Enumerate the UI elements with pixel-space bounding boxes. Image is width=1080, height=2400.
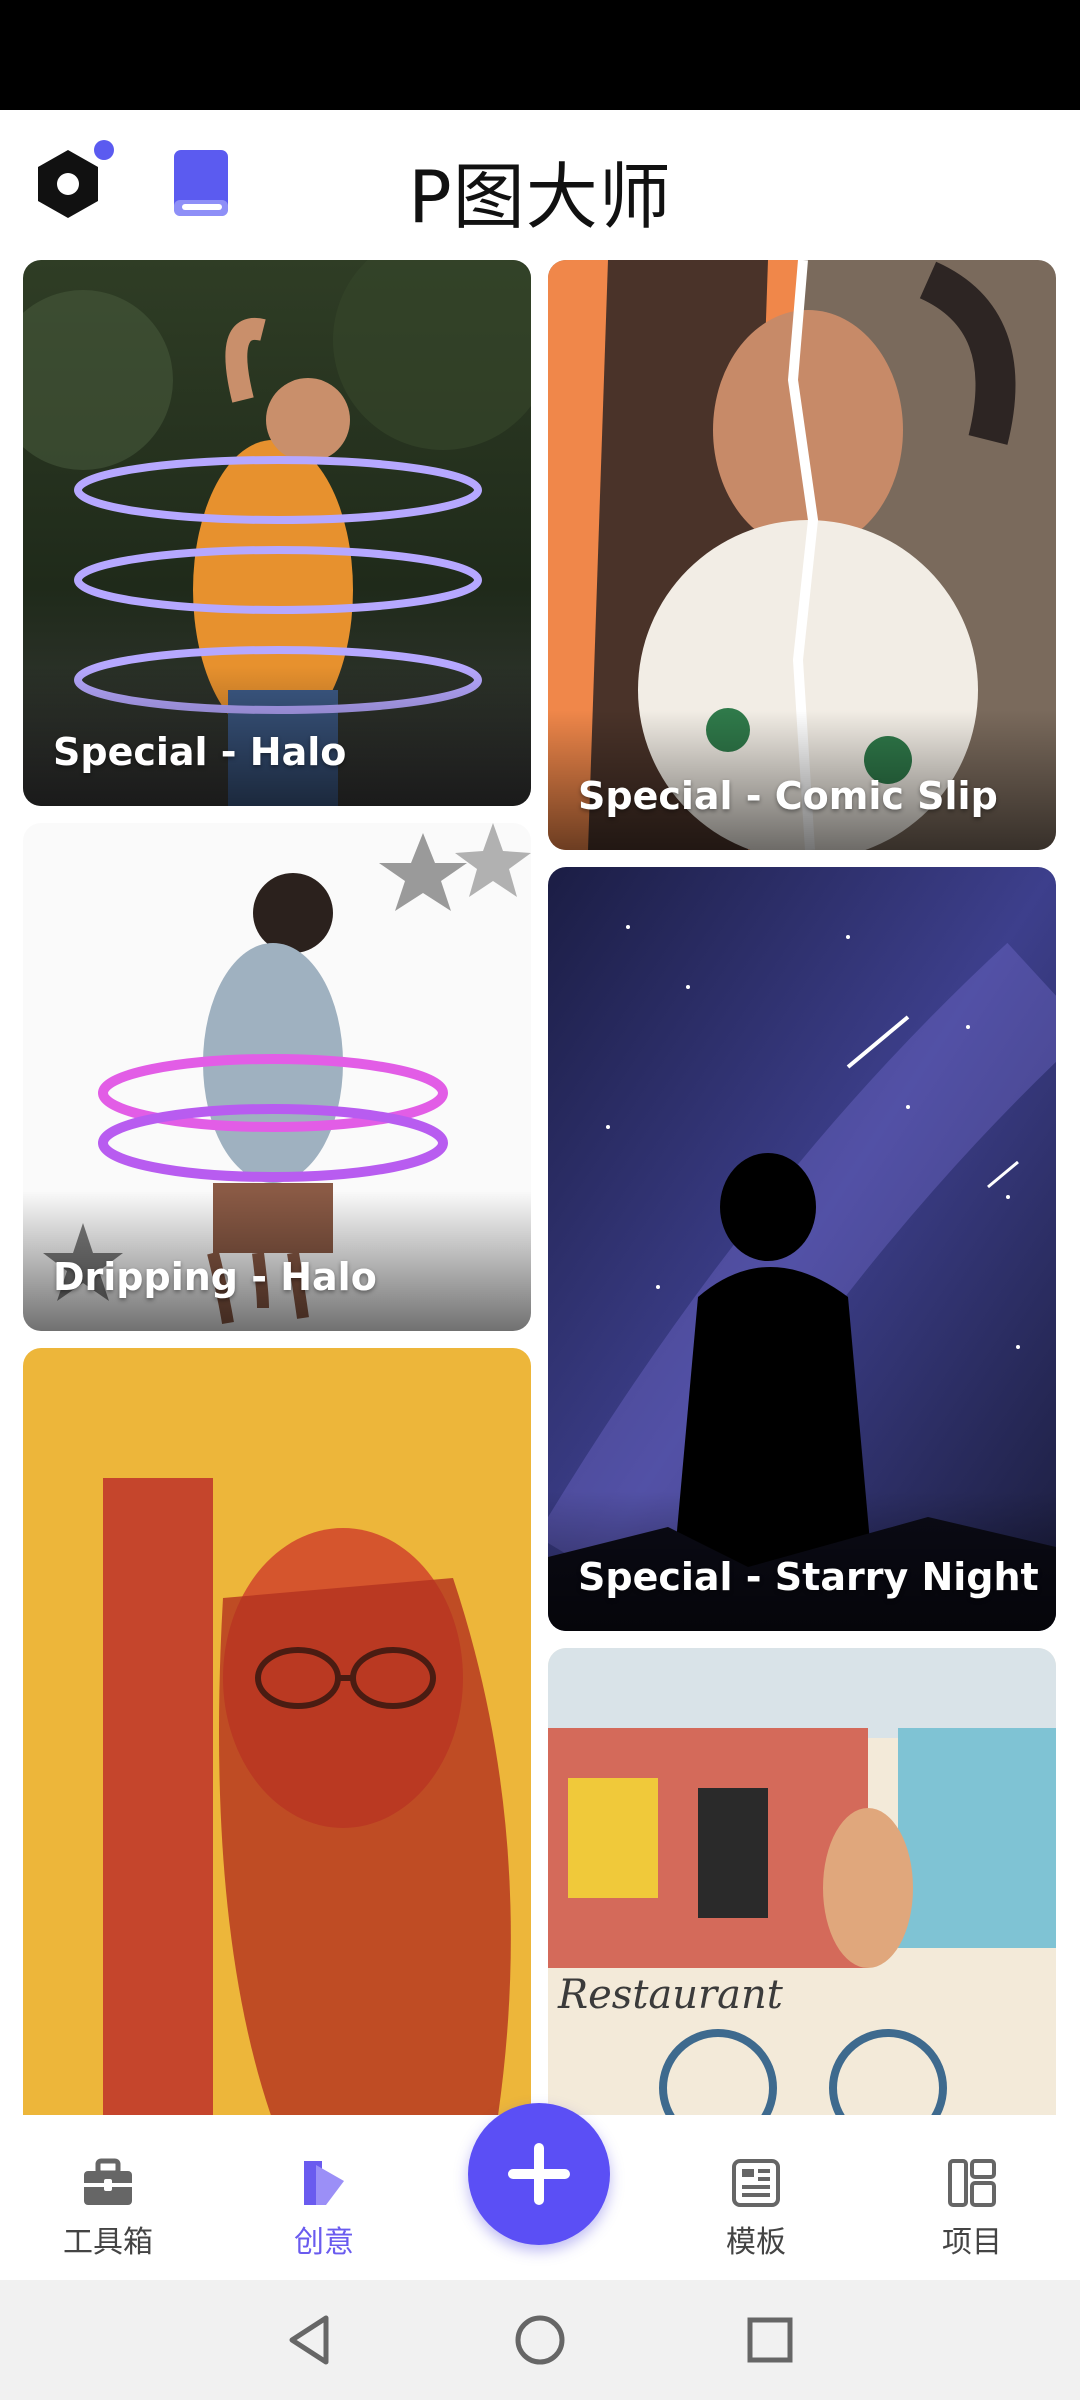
nav-item-templates[interactable]: 模板 bbox=[676, 2155, 836, 2261]
home-circle-icon bbox=[515, 2315, 565, 2365]
page-title: P图大师 bbox=[408, 155, 672, 239]
template-card-artist[interactable] bbox=[23, 1348, 531, 2115]
toolbox-icon bbox=[84, 2158, 132, 2205]
card-image: Restaurant bbox=[548, 1648, 1056, 2115]
back-triangle-icon bbox=[289, 2315, 329, 2365]
nav-item-creative[interactable]: 创意 bbox=[244, 2155, 404, 2261]
nav-label: 模板 bbox=[726, 2225, 786, 2260]
nav-item-toolbox[interactable]: 工具箱 bbox=[28, 2155, 188, 2261]
nav-label: 项目 bbox=[942, 2225, 1002, 2260]
system-back-button[interactable] bbox=[280, 2310, 340, 2370]
system-navigation-bar bbox=[0, 2280, 1080, 2400]
card-title: Dripping - Halo bbox=[53, 1255, 377, 1299]
template-card-halo[interactable]: Special - Halo bbox=[23, 260, 531, 806]
plus-icon bbox=[508, 2143, 570, 2205]
template-card-dripping-halo[interactable]: Dripping - Halo bbox=[23, 823, 531, 1331]
nav-label: 创意 bbox=[294, 2225, 354, 2260]
svg-text:Restaurant: Restaurant bbox=[557, 1972, 784, 2018]
app-header: P图大师 bbox=[0, 110, 1080, 260]
status-bar bbox=[0, 0, 1080, 110]
nav-label: 工具箱 bbox=[63, 2225, 153, 2260]
template-card-starry-night[interactable]: Special - Starry Night bbox=[548, 867, 1056, 1631]
template-icon bbox=[732, 2159, 780, 2207]
creative-icon bbox=[304, 2161, 344, 2205]
create-new-button[interactable] bbox=[468, 2103, 610, 2245]
card-title: Special - Comic Slip bbox=[578, 774, 998, 818]
recents-square-icon bbox=[747, 2317, 793, 2363]
system-home-button[interactable] bbox=[510, 2310, 570, 2370]
system-recents-button[interactable] bbox=[740, 2310, 800, 2370]
project-icon bbox=[948, 2159, 996, 2207]
card-image bbox=[23, 1348, 531, 2115]
template-card-comic-slip[interactable]: Special - Comic Slip bbox=[548, 260, 1056, 850]
card-title: Special - Halo bbox=[53, 730, 347, 774]
card-title: Special - Starry Night bbox=[578, 1555, 1039, 1599]
creative-feed[interactable]: Special - Halo Special - Comic Slip Drip… bbox=[0, 260, 1080, 2115]
nav-item-projects[interactable]: 项目 bbox=[892, 2155, 1052, 2261]
template-card-restaurant[interactable]: Restaurant bbox=[548, 1648, 1056, 2115]
